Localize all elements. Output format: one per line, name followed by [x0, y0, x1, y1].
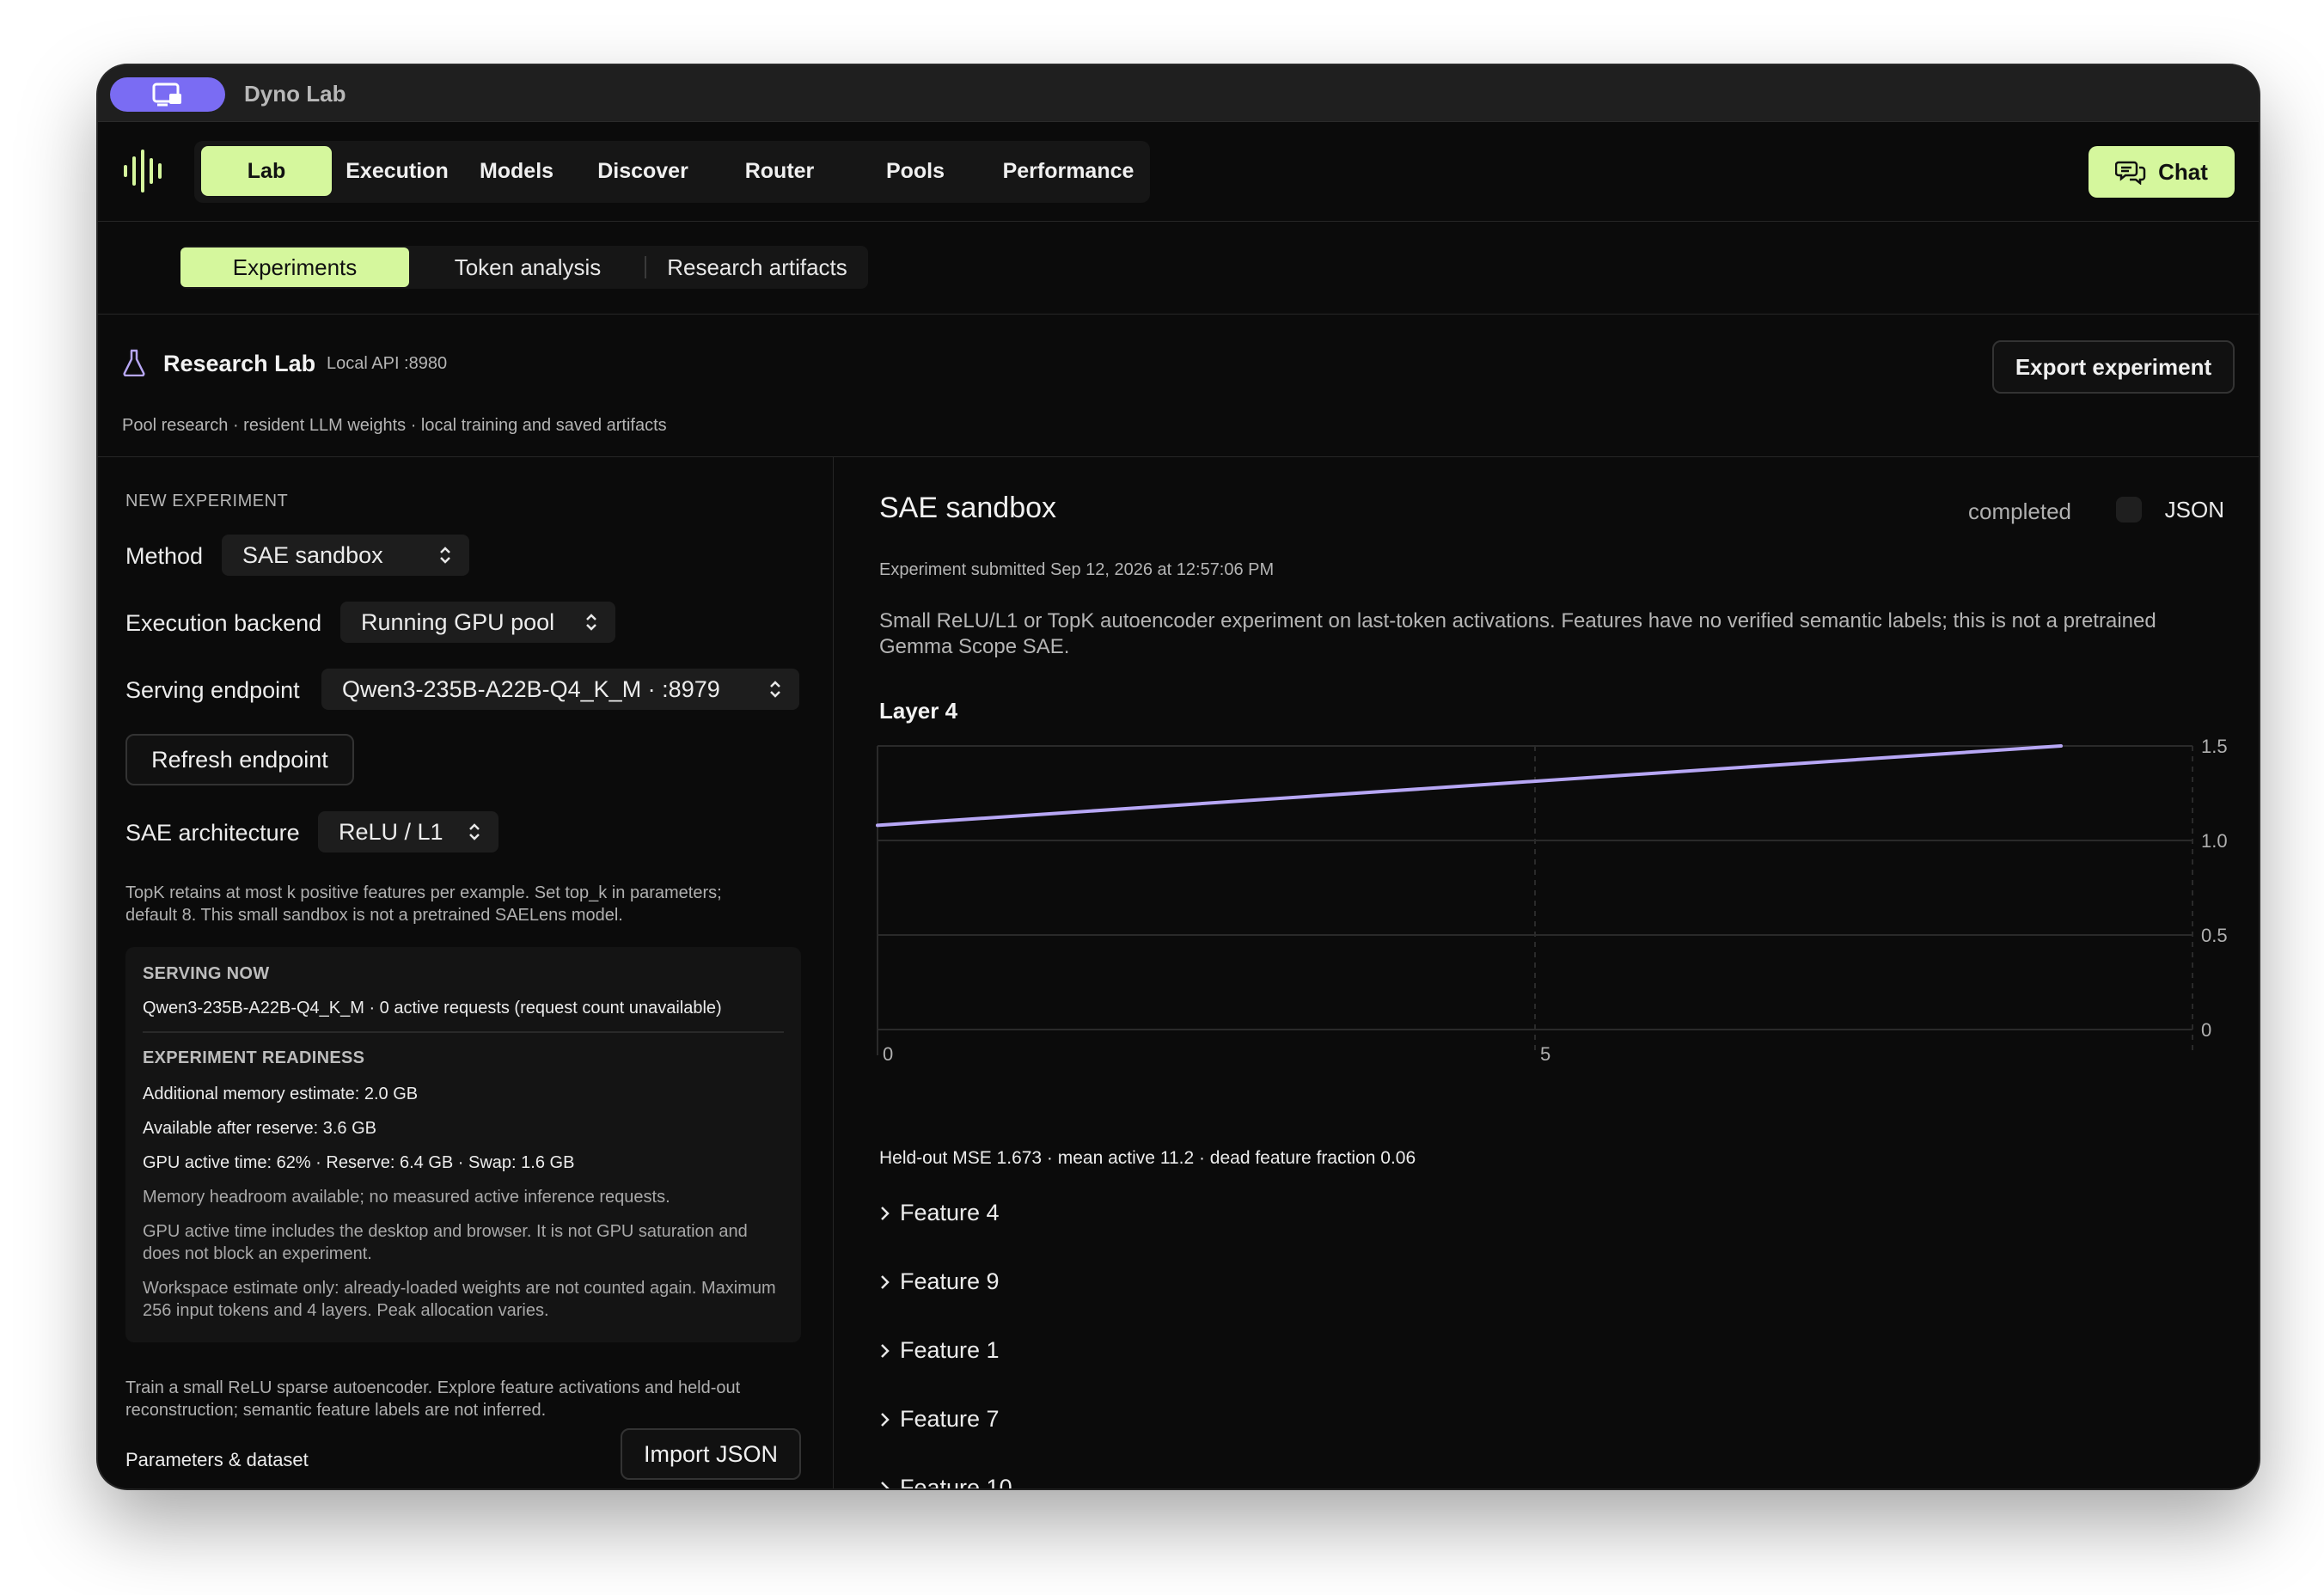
chevron-right-icon — [881, 1343, 890, 1358]
result-panel: SAE sandbox completed JSON Experiment su… — [835, 457, 2259, 1488]
arch-note-line: default 8. This small sandbox is not a p… — [125, 906, 623, 925]
feature-label: Feature 10 — [900, 1475, 1012, 1488]
up-down-chevron-icon — [770, 681, 780, 698]
workspace-note: Workspace estimate only: already-loaded … — [143, 1279, 776, 1320]
backend-label: Execution backend — [125, 610, 322, 636]
x-tick-label: 5 — [1540, 1043, 1550, 1065]
chevron-right-icon — [881, 1274, 890, 1289]
feature-row[interactable]: Feature 1 — [879, 1337, 1000, 1364]
result-title: SAE sandbox — [879, 492, 1057, 524]
train-note: Train a small ReLU sparse autoencoder. E… — [125, 1378, 741, 1420]
subtab-token-analysis[interactable]: Token analysis — [418, 248, 638, 287]
subtab-divider — [645, 256, 646, 278]
page-title: Research Lab — [163, 351, 316, 376]
readiness-label: EXPERIMENT READINESS — [143, 1048, 365, 1067]
backend-select[interactable]: Running GPU pool — [340, 602, 615, 643]
parameters-label: Parameters & dataset — [125, 1449, 309, 1470]
window-icon — [152, 82, 181, 107]
up-down-chevron-icon — [440, 547, 450, 564]
json-toggle[interactable] — [2116, 497, 2142, 522]
training-line-chart: 0 0.5 1.0 1.5 0 5 — [876, 737, 2228, 1065]
feature-label: Feature 7 — [900, 1406, 1000, 1432]
gpu-note: GPU active time includes the desktop and… — [143, 1222, 748, 1263]
import-json-button[interactable]: Import JSON — [621, 1428, 801, 1480]
feature-label: Feature 4 — [900, 1200, 1000, 1225]
sub-nav-group: Experiments Token analysis Research arti… — [180, 246, 868, 289]
chat-label: Chat — [2158, 158, 2208, 185]
method-select[interactable]: SAE sandbox — [222, 535, 469, 576]
arch-note-line: TopK retains at most k positive features… — [125, 883, 722, 902]
series-line — [876, 744, 2063, 828]
app-window: Dyno Lab Lab Execution Models Discover R… — [98, 65, 2259, 1488]
submitted-timestamp: Experiment submitted Sep 12, 2026 at 12:… — [879, 560, 1275, 579]
waveform-logo-icon — [124, 150, 162, 192]
method-label: Method — [125, 543, 204, 569]
gpu-active-time: GPU active time: 62% · Reserve: 6.4 GB ·… — [143, 1153, 575, 1172]
feature-label: Feature 9 — [900, 1268, 1000, 1294]
new-experiment-panel: NEW EXPERIMENT Method SAE sandbox Execut… — [98, 457, 834, 1488]
arch-select[interactable]: ReLU / L1 — [318, 811, 498, 852]
serving-status-box: SERVING NOW Qwen3-235B-A22B-Q4_K_M · 0 a… — [125, 947, 801, 1342]
nav-tab-execution[interactable]: Execution — [339, 146, 456, 196]
nav-tab-discover[interactable]: Discover — [578, 146, 708, 196]
status-divider — [143, 1031, 784, 1033]
layer-label: Layer 4 — [879, 698, 958, 724]
nav-tab-router[interactable]: Router — [715, 146, 844, 196]
endpoint-select[interactable]: Qwen3-235B-A22B-Q4_K_M · :8979 — [321, 669, 799, 710]
section-label: NEW EXPERIMENT — [125, 492, 289, 510]
nav-tab-models[interactable]: Models — [462, 146, 571, 196]
arch-value: ReLU / L1 — [339, 818, 443, 845]
result-description: Small ReLU/L1 or TopK autoencoder experi… — [879, 609, 2156, 658]
flask-icon — [123, 349, 145, 376]
status-badge: completed — [1968, 498, 2071, 524]
x-tick-label: 0 — [883, 1043, 893, 1065]
y-tick-label: 0.5 — [2201, 925, 2228, 946]
endpoint-value: Qwen3-235B-A22B-Q4_K_M · :8979 — [342, 675, 720, 702]
up-down-chevron-icon — [586, 614, 596, 631]
chevron-right-icon — [881, 1412, 890, 1427]
page-description: Pool research · resident LLM weights · l… — [122, 416, 667, 435]
refresh-endpoint-button[interactable]: Refresh endpoint — [125, 734, 354, 785]
arch-label: SAE architecture — [125, 820, 300, 846]
top-nav: Lab Execution Models Discover Router Poo… — [98, 122, 2259, 222]
feature-row[interactable]: Feature 10 — [879, 1475, 1012, 1488]
sub-nav: Experiments Token analysis Research arti… — [98, 222, 2259, 315]
y-tick-label: 1.5 — [2201, 737, 2228, 757]
available-after-reserve: Available after reserve: 3.6 GB — [143, 1119, 376, 1138]
backend-value: Running GPU pool — [361, 608, 555, 635]
page-header: Research Lab Local API :8980 Pool resear… — [98, 315, 2259, 457]
api-label: Local API :8980 — [327, 354, 448, 373]
nav-tab-lab[interactable]: Lab — [201, 146, 332, 196]
export-experiment-button[interactable]: Export experiment — [1992, 340, 2235, 394]
arch-note: TopK retains at most k positive features… — [125, 882, 813, 926]
feature-row[interactable]: Feature 7 — [879, 1406, 1000, 1433]
y-tick-label: 1.0 — [2201, 830, 2228, 852]
title-bar: Dyno Lab — [98, 65, 2259, 122]
feature-label: Feature 1 — [900, 1337, 1000, 1363]
subtab-experiments[interactable]: Experiments — [180, 248, 409, 287]
nav-tab-performance[interactable]: Performance — [987, 146, 1150, 196]
y-tick-label: 0 — [2201, 1019, 2211, 1041]
chevron-right-icon — [881, 1206, 890, 1220]
subtab-research-artifacts[interactable]: Research artifacts — [651, 248, 863, 287]
chat-button[interactable]: Chat — [2089, 146, 2235, 198]
metrics-summary: Held-out MSE 1.673 · mean active 11.2 · … — [879, 1148, 1416, 1168]
window-title: Dyno Lab — [244, 81, 346, 107]
chat-bubbles-icon — [2115, 161, 2146, 185]
feature-row[interactable]: Feature 4 — [879, 1200, 1000, 1226]
endpoint-label: Serving endpoint — [125, 677, 300, 703]
method-value: SAE sandbox — [242, 541, 383, 568]
nav-tab-pools[interactable]: Pools — [851, 146, 980, 196]
up-down-chevron-icon — [469, 823, 480, 840]
serving-now-label: SERVING NOW — [143, 964, 270, 983]
headroom-note: Memory headroom available; no measured a… — [143, 1188, 670, 1207]
serving-now-value: Qwen3-235B-A22B-Q4_K_M · 0 active reques… — [143, 999, 722, 1018]
json-toggle-label: JSON — [2164, 497, 2224, 522]
feature-row[interactable]: Feature 9 — [879, 1268, 1000, 1295]
main-nav-group: Lab Execution Models Discover Router Poo… — [194, 141, 1150, 203]
memory-estimate: Additional memory estimate: 2.0 GB — [143, 1085, 419, 1103]
chevron-right-icon — [881, 1481, 890, 1488]
window-control-pill[interactable] — [110, 77, 225, 112]
